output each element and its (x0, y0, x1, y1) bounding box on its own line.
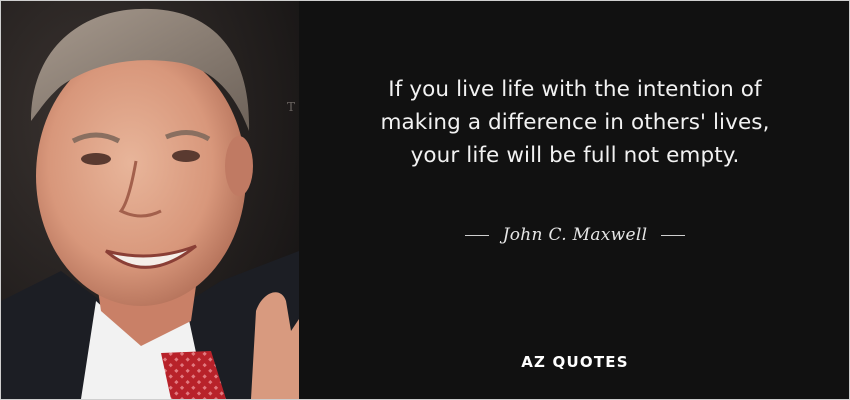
quote-line: If you live life with the intention of (388, 77, 762, 102)
svg-text:T: T (287, 100, 295, 114)
author-portrait: T (1, 1, 299, 399)
quote-line: making a difference in others' lives, (380, 110, 770, 135)
quote-text: If you live life with the intention of m… (321, 73, 829, 172)
quote-line: your life will be full not empty. (410, 143, 740, 168)
quote-card: T If you live life with the intention of… (0, 0, 850, 400)
attribution: John C. Maxwell (321, 223, 829, 247)
divider-right (661, 234, 686, 236)
site-logo[interactable]: AZ QUOTES (321, 353, 829, 371)
author-name[interactable]: John C. Maxwell (503, 225, 648, 245)
divider-left (464, 234, 489, 236)
